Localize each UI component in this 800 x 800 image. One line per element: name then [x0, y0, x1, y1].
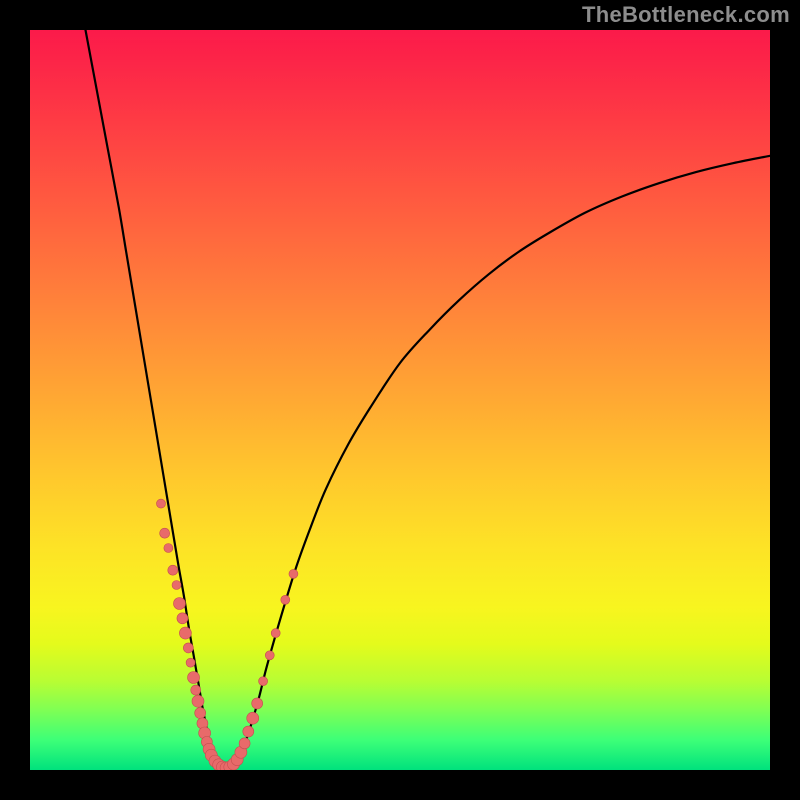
curve-marker	[192, 695, 204, 707]
curve-marker	[243, 726, 254, 737]
curve-marker	[183, 643, 193, 653]
curve-marker	[168, 565, 178, 575]
curve-marker	[281, 595, 290, 604]
curve-marker	[173, 598, 185, 610]
curve-marker	[247, 712, 259, 724]
curve-marker	[271, 629, 280, 638]
curve-marker	[265, 651, 274, 660]
curve-marker	[195, 708, 206, 719]
curve-marker	[186, 658, 195, 667]
curve-marker	[252, 698, 263, 709]
plot-area	[30, 30, 770, 770]
curve-marker	[289, 569, 298, 578]
curve-marker	[156, 499, 165, 508]
curve-marker	[259, 677, 268, 686]
curve-markers	[156, 499, 297, 770]
curve-marker	[164, 544, 173, 553]
curve-marker	[179, 627, 191, 639]
curve-marker	[172, 581, 181, 590]
bottleneck-curve	[30, 30, 770, 770]
curve-marker	[160, 528, 170, 538]
curve-marker	[188, 672, 200, 684]
curve-marker	[177, 613, 188, 624]
curve-marker	[239, 738, 250, 749]
curve-marker	[191, 685, 201, 695]
chart-frame: TheBottleneck.com	[0, 0, 800, 800]
watermark-text: TheBottleneck.com	[582, 2, 790, 28]
